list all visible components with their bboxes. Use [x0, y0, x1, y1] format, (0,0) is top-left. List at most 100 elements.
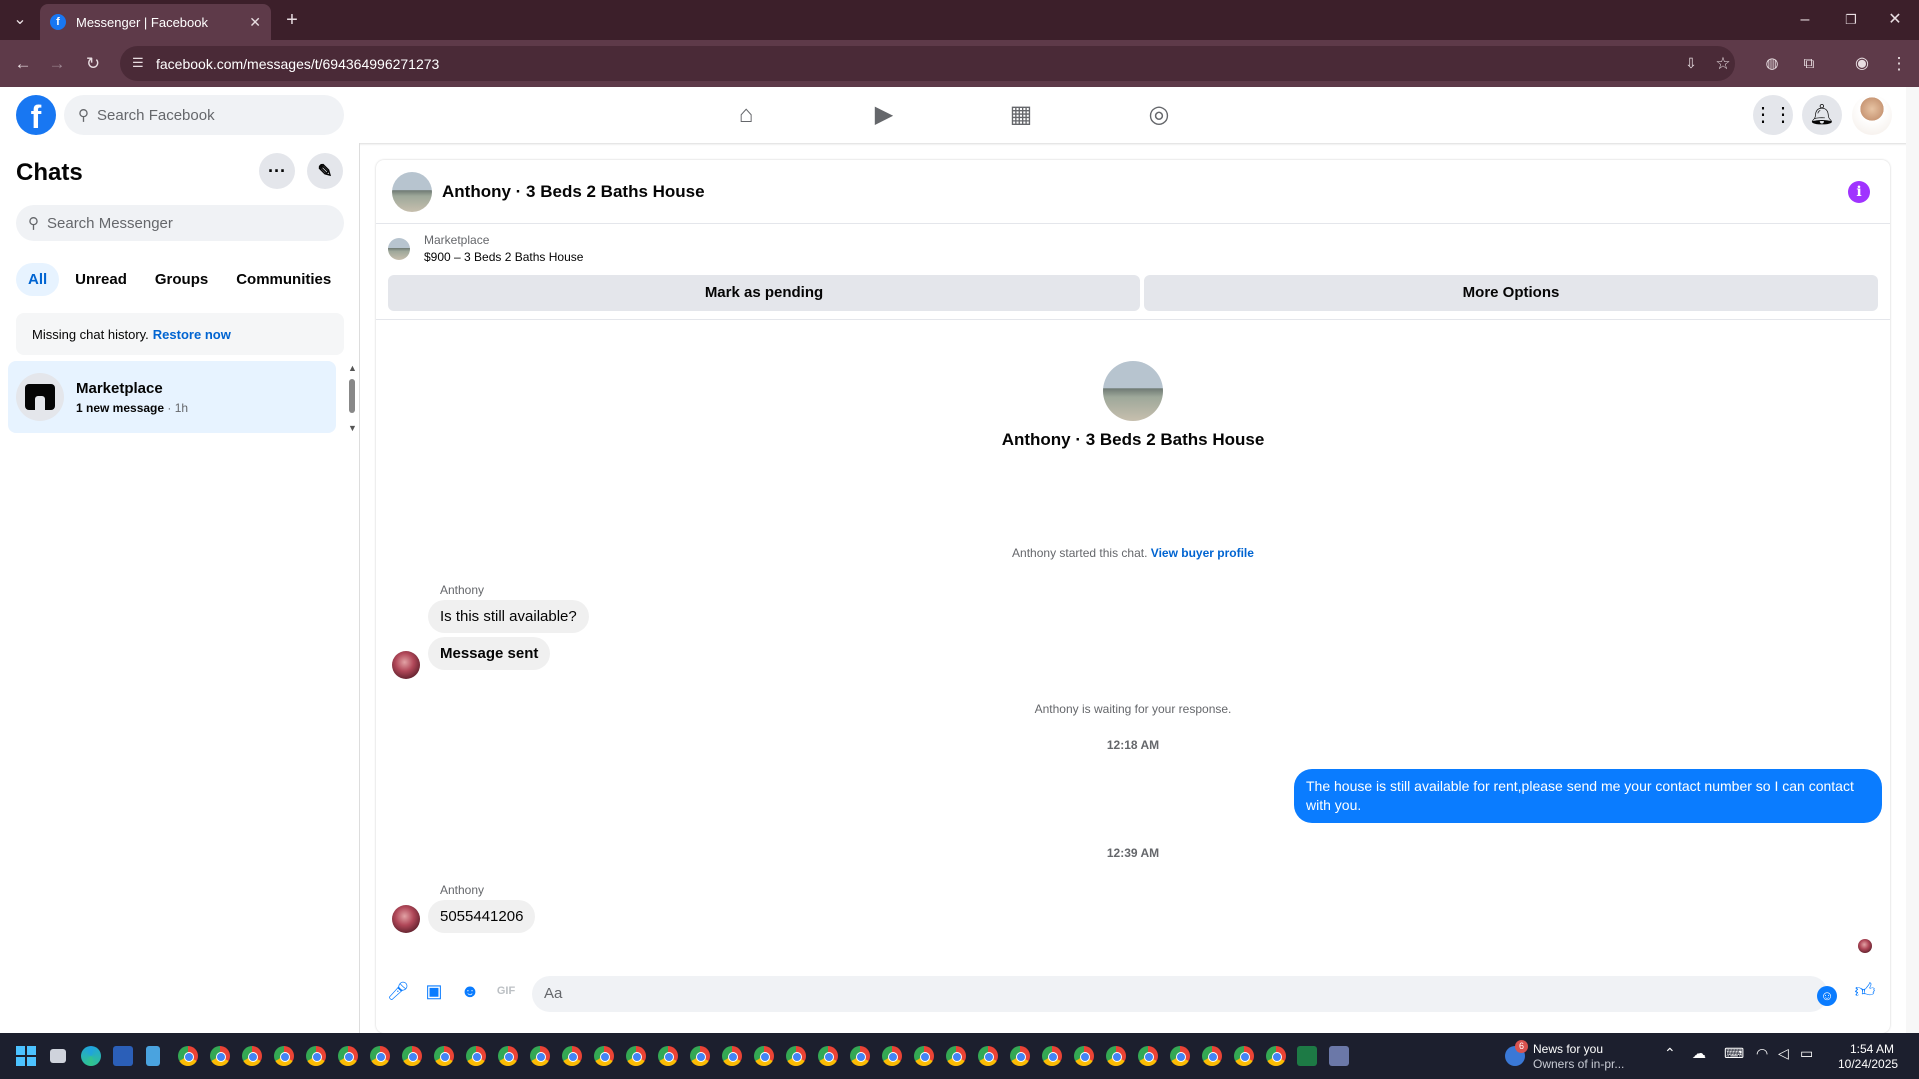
- translate-icon[interactable]: ◍: [1757, 40, 1787, 87]
- chrome-taskbar-icon[interactable]: [754, 1046, 774, 1066]
- chrome-taskbar-icon[interactable]: [178, 1046, 198, 1066]
- chrome-taskbar-icon[interactable]: [1010, 1046, 1030, 1066]
- chrome-taskbar-icon[interactable]: [274, 1046, 294, 1066]
- chrome-taskbar-icon[interactable]: [978, 1046, 998, 1066]
- chrome-taskbar-icon[interactable]: [882, 1046, 902, 1066]
- clock-time[interactable]: 1:54 AM: [1850, 1042, 1894, 1056]
- listing-avatar[interactable]: [392, 171, 432, 212]
- page-scrollbar[interactable]: [1906, 87, 1919, 1033]
- info-icon[interactable]: i: [1848, 181, 1870, 203]
- scroll-up-arrow[interactable]: ▲: [348, 363, 357, 373]
- excel-icon[interactable]: [1297, 1046, 1317, 1066]
- notepad-icon[interactable]: [146, 1046, 160, 1066]
- restore-button[interactable]: ❐: [1836, 0, 1866, 40]
- filter-all[interactable]: All: [16, 263, 60, 296]
- chrome-taskbar-icon[interactable]: [434, 1046, 454, 1066]
- reload-icon[interactable]: ↻: [78, 40, 108, 87]
- chrome-taskbar-icon[interactable]: [1202, 1046, 1222, 1066]
- sender-avatar[interactable]: [392, 905, 420, 933]
- clock-date[interactable]: 10/24/2025: [1838, 1057, 1898, 1071]
- task-view-icon[interactable]: [50, 1049, 66, 1063]
- chrome-taskbar-icon[interactable]: [466, 1046, 486, 1066]
- browser-tab[interactable]: f Messenger | Facebook ✕: [40, 4, 271, 40]
- forward-icon[interactable]: →: [42, 40, 72, 87]
- wifi-icon[interactable]: ◠: [1756, 1045, 1768, 1062]
- site-info-icon[interactable]: ☰: [132, 55, 144, 71]
- minimize-button[interactable]: –: [1790, 0, 1820, 40]
- word-icon[interactable]: [113, 1046, 133, 1066]
- chrome-taskbar-icon[interactable]: [210, 1046, 230, 1066]
- account-avatar[interactable]: [1852, 95, 1892, 135]
- new-message-button[interactable]: ✎: [307, 153, 343, 189]
- chrome-taskbar-icon[interactable]: [1266, 1046, 1286, 1066]
- sender-avatar[interactable]: [392, 651, 420, 679]
- view-buyer-profile-link[interactable]: View buyer profile: [1151, 546, 1254, 560]
- chat-item-marketplace[interactable]: Marketplace 1 new message · 1h: [8, 361, 336, 433]
- listing-profile-avatar[interactable]: [1103, 361, 1163, 421]
- close-tab-icon[interactable]: ✕: [249, 14, 261, 31]
- filter-groups[interactable]: Groups: [143, 263, 220, 296]
- chrome-taskbar-icon[interactable]: [914, 1046, 934, 1066]
- news-subtitle[interactable]: Owners of in-pr...: [1533, 1057, 1624, 1071]
- chrome-taskbar-icon[interactable]: [594, 1046, 614, 1066]
- tab-list-button[interactable]: ⌄: [8, 0, 32, 40]
- scroll-down-arrow[interactable]: ▼: [348, 423, 357, 433]
- sticker-icon[interactable]: ☻: [458, 979, 482, 1003]
- emoji-icon[interactable]: ☺: [1817, 986, 1837, 1006]
- chrome-taskbar-icon[interactable]: [1234, 1046, 1254, 1066]
- messenger-search-input[interactable]: ⚲ Search Messenger: [16, 205, 344, 241]
- volume-icon[interactable]: ◁: [1778, 1045, 1789, 1062]
- chrome-taskbar-icon[interactable]: [338, 1046, 358, 1066]
- chrome-taskbar-icon[interactable]: [1042, 1046, 1062, 1066]
- keyboard-icon[interactable]: ⌨: [1724, 1045, 1744, 1062]
- chrome-taskbar-icon[interactable]: [1074, 1046, 1094, 1066]
- facebook-logo[interactable]: f: [16, 95, 56, 135]
- install-app-icon[interactable]: ⇩: [1676, 40, 1706, 87]
- sidebar-scrollbar[interactable]: ▲ ▼: [348, 363, 357, 433]
- listing-thumbnail[interactable]: [388, 238, 410, 260]
- battery-icon[interactable]: ▭: [1800, 1045, 1813, 1062]
- chrome-taskbar-icon[interactable]: [818, 1046, 838, 1066]
- bookmark-star-icon[interactable]: ☆: [1708, 40, 1738, 87]
- chrome-taskbar-icon[interactable]: [306, 1046, 326, 1066]
- windows-start-icon[interactable]: [16, 1046, 36, 1066]
- chrome-taskbar-icon[interactable]: [370, 1046, 390, 1066]
- scroll-thumb[interactable]: [349, 379, 355, 413]
- menu-icon[interactable]: ⋮: [1884, 40, 1914, 87]
- profile-icon[interactable]: ◉: [1847, 40, 1877, 87]
- chrome-taskbar-icon[interactable]: [850, 1046, 870, 1066]
- chrome-taskbar-icon[interactable]: [402, 1046, 422, 1066]
- chat-options-button[interactable]: ···: [259, 153, 295, 189]
- photo-icon[interactable]: ▣: [422, 979, 446, 1003]
- restore-now-link[interactable]: Restore now: [153, 327, 231, 342]
- marketplace-icon[interactable]: ▦: [999, 95, 1043, 135]
- microphone-icon[interactable]: 🎤︎: [386, 979, 410, 1003]
- more-options-button[interactable]: More Options: [1144, 275, 1878, 311]
- filter-unread[interactable]: Unread: [63, 263, 139, 296]
- chrome-taskbar-icon[interactable]: [530, 1046, 550, 1066]
- filter-communities[interactable]: Communities: [224, 263, 343, 296]
- chrome-taskbar-icon[interactable]: [658, 1046, 678, 1066]
- gif-icon[interactable]: GIF: [494, 979, 518, 1003]
- new-tab-button[interactable]: +: [278, 0, 306, 40]
- tray-chevron-icon[interactable]: ⌃: [1664, 1045, 1676, 1062]
- edge-icon[interactable]: [81, 1046, 101, 1066]
- app-icon[interactable]: [1329, 1046, 1349, 1066]
- groups-icon[interactable]: ◎: [1137, 95, 1181, 135]
- apps-menu-icon[interactable]: ⋮⋮: [1753, 95, 1793, 135]
- mark-as-pending-button[interactable]: Mark as pending: [388, 275, 1140, 311]
- chrome-taskbar-icon[interactable]: [722, 1046, 742, 1066]
- close-window-button[interactable]: ✕: [1880, 0, 1910, 40]
- chrome-taskbar-icon[interactable]: [498, 1046, 518, 1066]
- chrome-taskbar-icon[interactable]: [946, 1046, 966, 1066]
- listing-title[interactable]: $900 – 3 Beds 2 Baths House: [424, 250, 583, 264]
- back-icon[interactable]: ←: [8, 40, 38, 87]
- chrome-taskbar-icon[interactable]: [1138, 1046, 1158, 1066]
- onedrive-icon[interactable]: ☁: [1692, 1045, 1706, 1062]
- chrome-taskbar-icon[interactable]: [242, 1046, 262, 1066]
- video-icon[interactable]: ▶: [862, 95, 906, 135]
- chrome-taskbar-icon[interactable]: [562, 1046, 582, 1066]
- home-icon[interactable]: ⌂: [724, 95, 768, 135]
- message-input[interactable]: Aa: [532, 976, 1828, 1012]
- chrome-taskbar-icon[interactable]: [786, 1046, 806, 1066]
